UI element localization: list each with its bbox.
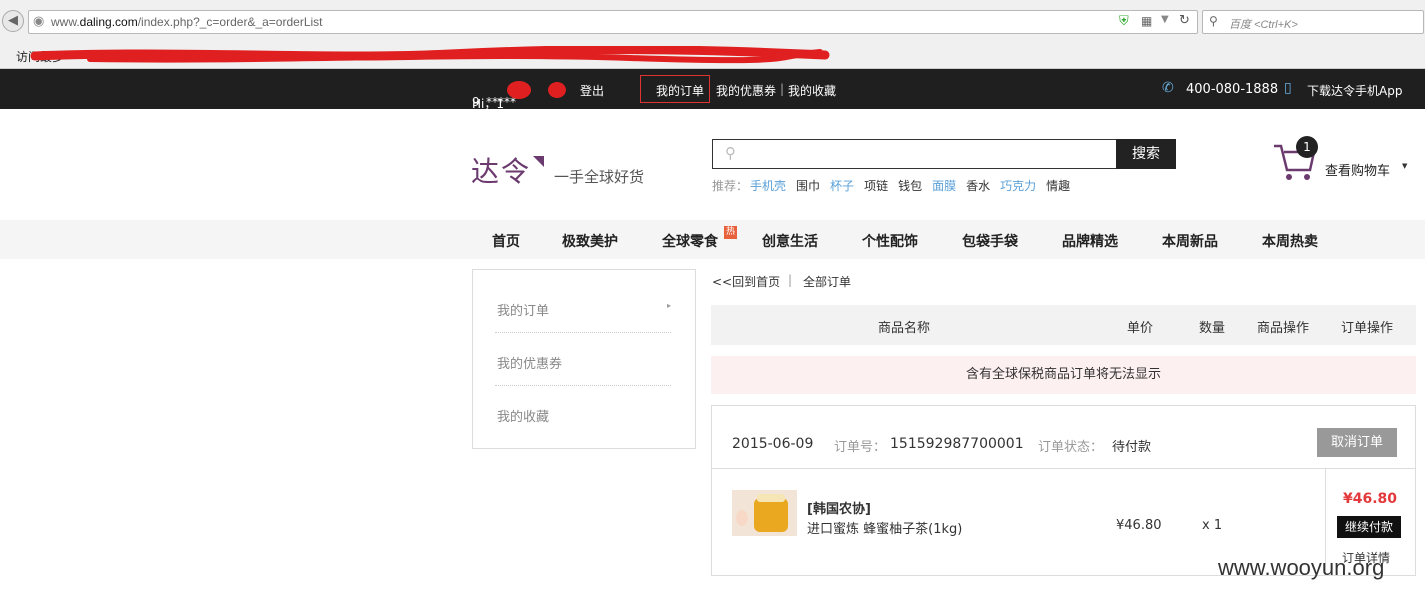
honey-jar-image	[754, 498, 788, 532]
logo-mark-icon	[533, 156, 545, 167]
topbar-separator: |	[780, 82, 785, 96]
order-table-header: 商品名称 单价 数量 商品操作 订单操作	[711, 305, 1416, 345]
globe-icon: ◉	[33, 14, 45, 29]
product-name[interactable]: 进口蜜炼 蜂蜜柚子茶(1kg)	[807, 518, 962, 537]
order-total: ¥46.80	[1343, 491, 1398, 507]
redaction-scribble	[507, 81, 566, 99]
sidebar-item-coupons[interactable]: 我的优惠券	[497, 353, 562, 372]
nav-item-brands[interactable]: 品牌精选	[1062, 231, 1118, 251]
search-icon: ⚲	[725, 144, 736, 162]
order-number: 151592987700001	[890, 436, 1024, 452]
cart-count-badge: 1	[1296, 136, 1318, 158]
browser-chrome: ◀ ◉ www.daling.com/index.php?_c=order&_a…	[0, 0, 1425, 69]
sidebar-divider	[495, 385, 671, 386]
chevron-down-icon: ▼	[1402, 162, 1408, 170]
hotline-number: 400-080-1888	[1186, 82, 1279, 97]
site-search-input[interactable]: ⚲	[712, 139, 1117, 169]
dropdown-icon[interactable]: ▼	[1161, 14, 1169, 25]
nav-item-beauty[interactable]: 极致美护	[562, 231, 618, 251]
search-icon: ⚲	[1209, 14, 1218, 28]
refresh-icon[interactable]: ↻	[1179, 13, 1190, 28]
breadcrumb-separator: |	[788, 273, 793, 287]
nav-item-accessories[interactable]: 个性配饰	[862, 231, 918, 251]
nav-item-hot-sale[interactable]: 本周热卖	[1262, 231, 1318, 251]
col-order-actions: 订单操作	[1341, 321, 1394, 336]
hot-term[interactable]: 围巾	[796, 179, 820, 193]
col-quantity: 数量	[1199, 321, 1226, 336]
order-number-label: 订单号：	[834, 440, 887, 455]
nav-item-home[interactable]: 首页	[492, 231, 520, 251]
account-sidebar: 我的订单 ▸ 我的优惠券 我的收藏	[472, 269, 696, 449]
redaction-scribble	[30, 46, 830, 64]
mobile-icon: ▯	[1284, 80, 1292, 96]
watermark: www.wooyun.org	[1218, 555, 1385, 580]
product-unit-price: ¥46.80	[1116, 518, 1162, 533]
order-status: 待付款	[1112, 440, 1152, 455]
address-url: www.daling.com/index.php?_c=order&_a=ord…	[51, 15, 323, 29]
main-nav: 首页 极致美护 全球零食 热 创意生活 个性配饰 包袋手袋 品牌精选 本周新品 …	[0, 220, 1425, 259]
cart-button[interactable]: 1 查看购物车 ▼	[1272, 136, 1412, 182]
nav-item-bags[interactable]: 包袋手袋	[962, 231, 1018, 251]
hot-term[interactable]: 巧克力	[1000, 179, 1036, 193]
qrcode-icon[interactable]: ▦	[1141, 14, 1152, 28]
product-brand[interactable]: [韩国农协]	[807, 498, 871, 517]
sidebar-divider	[495, 332, 671, 333]
nav-item-snacks[interactable]: 全球零食	[662, 231, 718, 251]
browser-search-input[interactable]: ⚲ 百度 <Ctrl+K>	[1202, 10, 1424, 34]
continue-payment-button[interactable]: 继续付款	[1337, 516, 1401, 538]
hot-term[interactable]: 手机壳	[750, 179, 786, 193]
site-topbar: Hi，1 ***** 9 登出 我的订单 我的优惠券 | 我的收藏 ✆ 400-08…	[0, 69, 1425, 111]
hot-term[interactable]: 面膜	[932, 179, 956, 193]
breadcrumb-current: 全部订单	[803, 275, 852, 289]
col-unit-price: 单价	[1127, 321, 1154, 336]
nav-item-creative[interactable]: 创意生活	[762, 231, 818, 251]
app-download-link[interactable]: 下载达令手机App	[1307, 82, 1402, 99]
hot-search-terms: 推荐： 手机壳 围巾 杯子 项链 钱包 面膜 香水 巧克力 情趣	[712, 177, 1080, 194]
search-placeholder: 百度 <Ctrl+K>	[1229, 19, 1298, 31]
site-slogan: 一手全球好货	[554, 168, 645, 186]
hot-term[interactable]: 项链	[864, 179, 888, 193]
logout-link[interactable]: 登出	[580, 82, 604, 99]
hot-term[interactable]: 钱包	[898, 179, 922, 193]
col-item-actions: 商品操作	[1257, 321, 1310, 336]
product-thumbnail[interactable]	[732, 490, 797, 536]
order-header: 2015-06-09 订单号： 151592987700001 订单状态： 待付…	[712, 406, 1415, 469]
hot-label: 推荐：	[712, 179, 749, 193]
hot-badge: 热	[724, 226, 737, 239]
site-logo[interactable]: 达令	[471, 150, 545, 190]
phone-icon: ✆	[1162, 80, 1174, 96]
bonded-goods-notice: 含有全球保税商品订单将无法显示	[711, 356, 1416, 394]
back-icon[interactable]: ◀	[2, 10, 24, 32]
breadcrumb-back-home[interactable]: <<回到首页	[712, 273, 780, 290]
hot-term[interactable]: 杯子	[830, 179, 854, 193]
cancel-order-button[interactable]: 取消订单	[1317, 428, 1397, 457]
col-product-name: 商品名称	[878, 321, 931, 336]
address-bar[interactable]: ◉ www.daling.com/index.php?_c=order&_a=o…	[28, 10, 1198, 34]
sidebar-item-orders[interactable]: 我的订单	[497, 300, 549, 319]
hot-term[interactable]: 香水	[966, 179, 990, 193]
chevron-right-icon: ▸	[667, 301, 672, 310]
order-card: 2015-06-09 订单号： 151592987700001 订单状态： 待付…	[711, 405, 1416, 576]
hot-term[interactable]: 情趣	[1046, 179, 1070, 193]
order-date: 2015-06-09	[732, 436, 814, 452]
order-status-label: 订单状态：	[1038, 440, 1104, 455]
cart-label: 查看购物车	[1325, 164, 1391, 179]
search-button[interactable]: 搜索	[1116, 139, 1176, 169]
nav-item-new[interactable]: 本周新品	[1162, 231, 1218, 251]
my-orders-link[interactable]: 我的订单	[656, 82, 704, 99]
my-favorites-link[interactable]: 我的收藏	[788, 82, 836, 99]
sidebar-item-favorites[interactable]: 我的收藏	[497, 406, 549, 425]
shield-icon[interactable]: ⛨	[1119, 14, 1129, 29]
product-quantity: x 1	[1202, 518, 1223, 533]
my-coupons-link[interactable]: 我的优惠券	[716, 82, 776, 99]
